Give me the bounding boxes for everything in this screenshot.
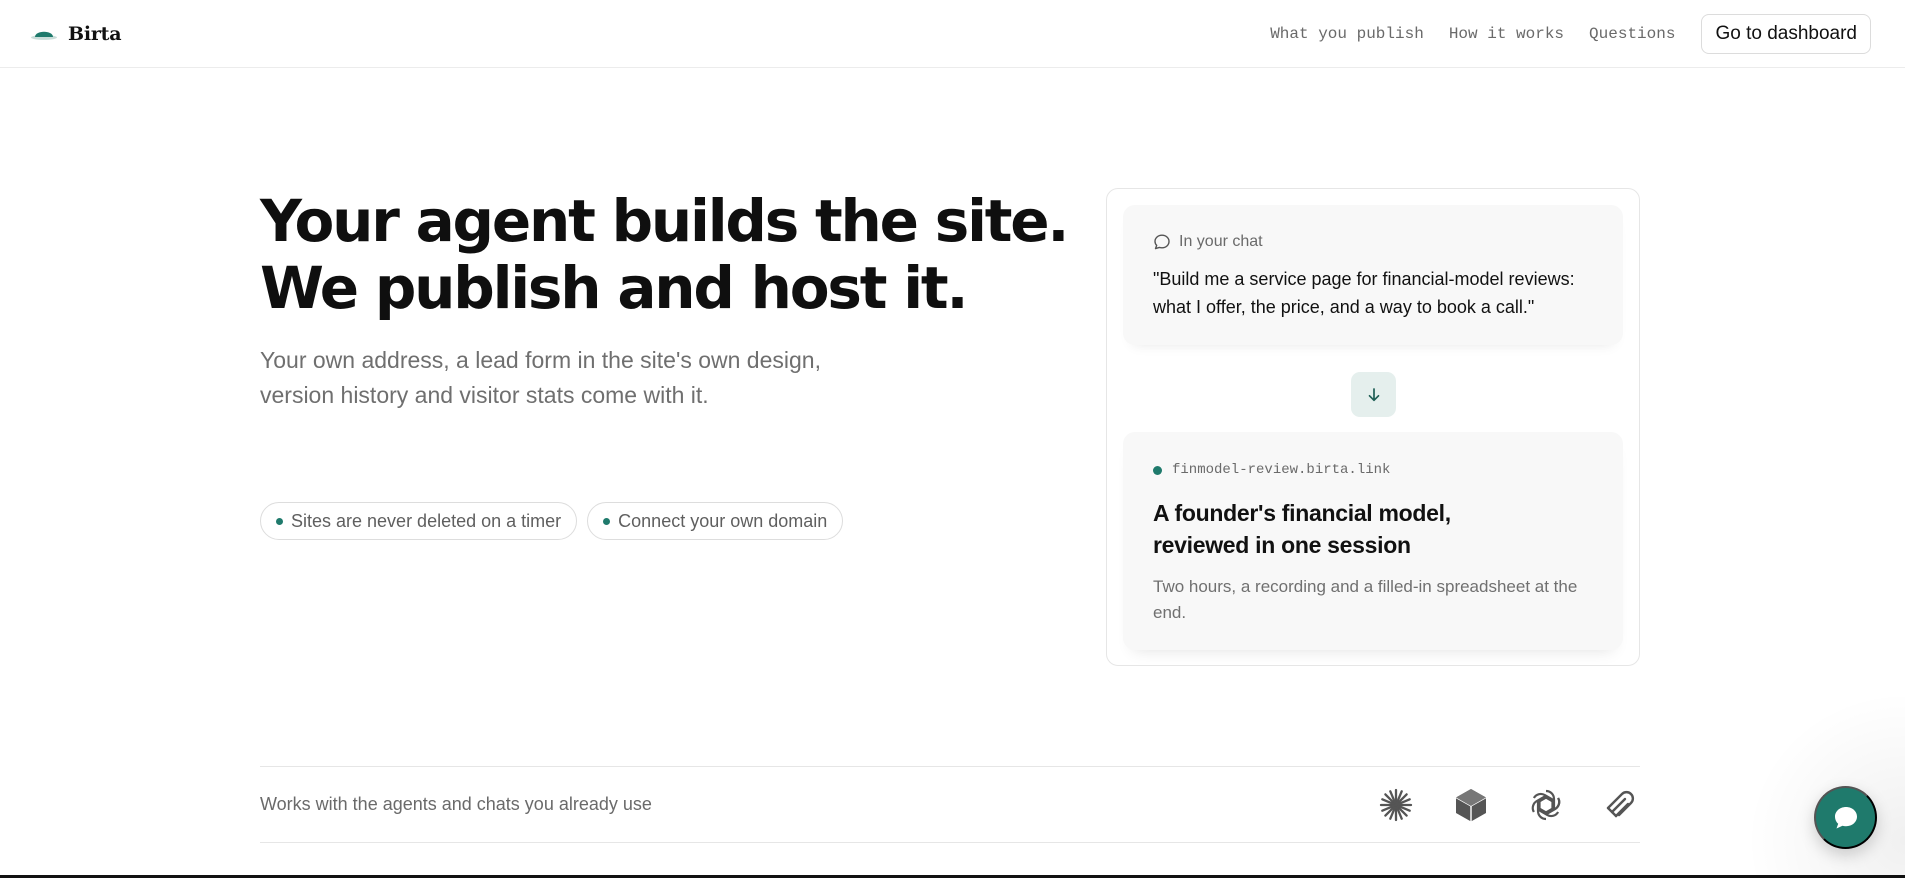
pill-own-domain: Connect your own domain: [587, 502, 844, 540]
nav-links: What you publish How it works Questions …: [1270, 13, 1871, 54]
works-with-bar: Works with the agents and chats you alre…: [260, 766, 1640, 843]
arrow-down-icon: [1368, 387, 1379, 401]
chat-bubble-icon: [1834, 806, 1857, 828]
chat-prompt-box: In your chat "Build me a service page fo…: [1123, 205, 1623, 345]
site-title-line-2: reviewed in one session: [1153, 532, 1411, 558]
chat-label: In your chat: [1179, 233, 1263, 250]
nav-link-how-it-works[interactable]: How it works: [1449, 25, 1564, 43]
agent-logos: [1377, 786, 1640, 824]
chat-header: In your chat: [1153, 233, 1623, 251]
demo-card: In your chat "Build me a service page fo…: [1106, 188, 1640, 666]
speech-bubble-icon: [1154, 234, 1170, 250]
site-url-text: finmodel-review.birta.link: [1172, 462, 1391, 478]
cursor-icon: [1455, 788, 1487, 821]
windsurf-icon: [1606, 790, 1635, 817]
hero-subtitle: Your own address, a lead form in the sit…: [260, 343, 900, 413]
chat-message: "Build me a service page for financial-m…: [1153, 269, 1575, 317]
site-title-line-1: A founder's financial model,: [1153, 500, 1451, 526]
hero-subtitle-line-2: version history and visitor stats come w…: [260, 382, 709, 408]
site-url: finmodel-review.birta.link: [1153, 462, 1623, 478]
works-with-text: Works with the agents and chats you alre…: [260, 794, 652, 814]
hero-title-line-2: We publish and host it.: [260, 254, 968, 322]
published-site-preview: finmodel-review.birta.link A founder's f…: [1123, 432, 1623, 650]
openai-icon: [1531, 789, 1561, 820]
brand-name: Birta: [68, 22, 122, 45]
top-nav: Birta What you publish How it works Ques…: [0, 0, 1905, 68]
brand[interactable]: Birta: [30, 22, 122, 45]
brand-logo-icon: [31, 31, 57, 40]
pill-label: Connect your own domain: [618, 510, 828, 531]
pill-dot-icon: [276, 517, 283, 525]
arrow-down-badge: [1351, 372, 1396, 417]
site-title: A founder's financial model, reviewed in…: [1153, 497, 1623, 561]
pill-never-deleted: Sites are never deleted on a timer: [260, 502, 578, 540]
fab-shadow: [1745, 690, 1905, 878]
hero-subtitle-line-1: Your own address, a lead form in the sit…: [260, 347, 821, 373]
nav-link-questions[interactable]: Questions: [1589, 25, 1675, 43]
chat-launcher-button[interactable]: [1814, 786, 1877, 849]
claude-icon: [1379, 788, 1413, 821]
go-to-dashboard-button[interactable]: Go to dashboard: [1701, 13, 1871, 54]
hero-title-line-1: Your agent builds the site.: [260, 187, 1069, 255]
hero-title: Your agent builds the site. We publish a…: [260, 188, 1080, 322]
feature-pills: Sites are never deleted on a timer Conne…: [260, 502, 844, 540]
pill-dot-icon: [603, 517, 611, 525]
pill-label: Sites are never deleted on a timer: [291, 510, 562, 531]
nav-link-what-you-publish[interactable]: What you publish: [1270, 25, 1424, 43]
live-status-dot-icon: [1153, 465, 1162, 475]
site-description: Two hours, a recording and a filled-in s…: [1153, 577, 1578, 622]
